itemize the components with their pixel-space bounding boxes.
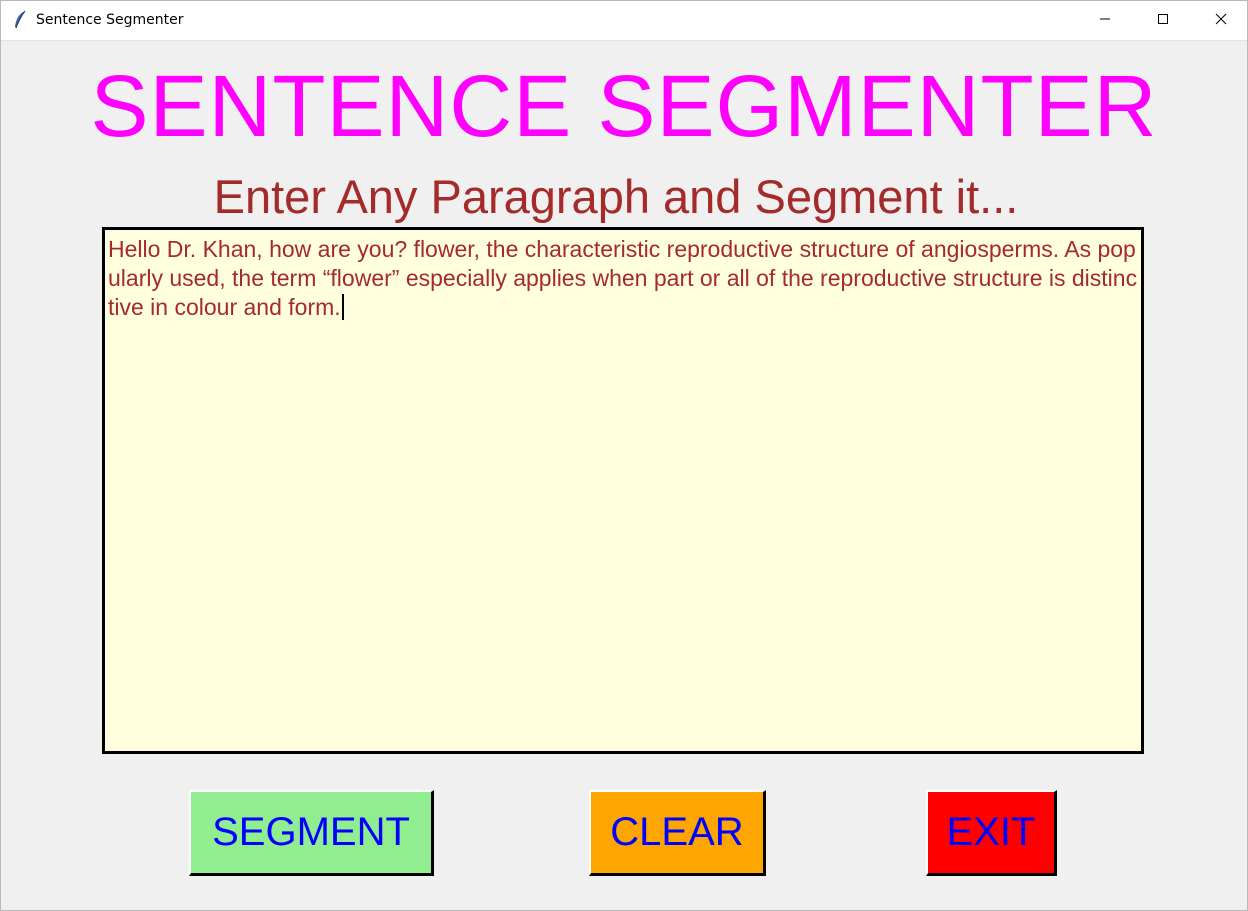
clear-button[interactable]: CLEAR	[589, 790, 766, 876]
exit-button[interactable]: EXIT	[926, 790, 1057, 876]
text-cursor	[341, 294, 344, 320]
close-icon	[1215, 12, 1227, 30]
app-window: Sentence Segmenter SENTENCE SEGMENTER En…	[0, 0, 1248, 911]
feather-icon	[13, 10, 27, 30]
maximize-icon	[1157, 12, 1169, 30]
minimize-button[interactable]	[1076, 1, 1134, 40]
paragraph-input[interactable]: Hello Dr. Khan, how are you? flower, the…	[102, 227, 1144, 754]
page-title: SENTENCE SEGMENTER	[90, 58, 1158, 155]
window-title: Sentence Segmenter	[36, 12, 184, 28]
minimize-icon	[1099, 12, 1111, 30]
segment-button[interactable]: SEGMENT	[189, 790, 434, 876]
paragraph-text: Hello Dr. Khan, how are you? flower, the…	[108, 236, 1138, 320]
close-button[interactable]	[1192, 1, 1247, 40]
page-subtitle: Enter Any Paragraph and Segment it...	[213, 170, 1019, 223]
title-bar[interactable]: Sentence Segmenter	[1, 1, 1247, 41]
maximize-button[interactable]	[1134, 1, 1192, 40]
